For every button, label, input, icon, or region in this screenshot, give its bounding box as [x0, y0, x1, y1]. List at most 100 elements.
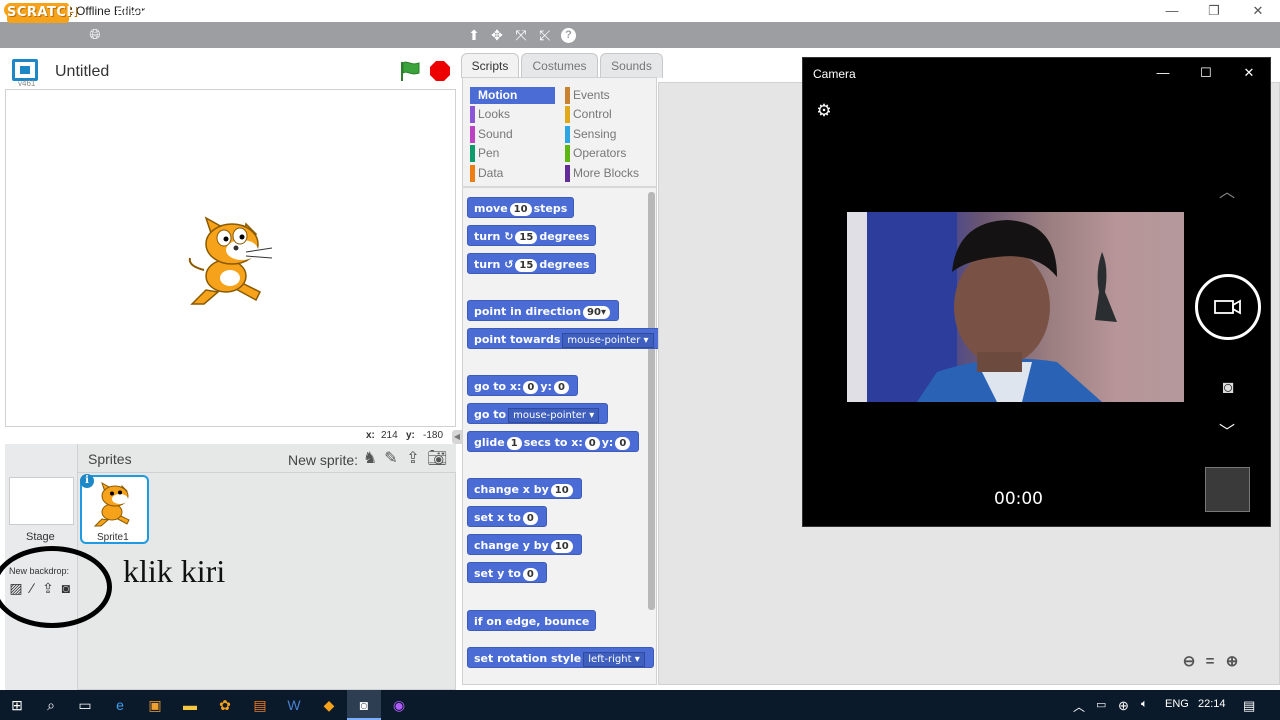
block-set-x[interactable]: set x to 0	[467, 506, 547, 527]
camera-title: Camera	[813, 67, 856, 81]
scratch-logo[interactable]: SCRATCH	[7, 3, 77, 23]
scratch-taskbar-icon[interactable]: ◆	[319, 696, 339, 714]
palette-scrollbar[interactable]	[648, 192, 655, 610]
volume-icon[interactable]: 🔈︎	[1141, 698, 1148, 711]
grow-icon[interactable]: ⤧	[512, 26, 530, 44]
last-capture-thumbnail[interactable]	[1205, 467, 1250, 512]
network-icon[interactable]: ⊕	[1118, 698, 1129, 714]
category-sound[interactable]: Sound	[470, 126, 555, 143]
category-pen[interactable]: Pen	[470, 145, 555, 162]
camera-close-button[interactable]: ✕	[1238, 64, 1260, 82]
category-motion[interactable]: Motion	[470, 87, 555, 104]
sprite1-label: Sprite1	[97, 532, 129, 543]
turn-right-icon: ↻	[504, 230, 514, 243]
tab-scripts[interactable]: Scripts	[461, 53, 519, 78]
stage-label: Stage	[26, 531, 55, 543]
sprite1-thumbnail	[93, 481, 130, 527]
menu-edit[interactable]: Edit ▾	[157, 5, 189, 21]
windows-start-icon[interactable]: ⊞	[7, 696, 27, 714]
video-camera-icon	[1214, 299, 1241, 315]
sublime-icon[interactable]: ▣	[145, 696, 165, 714]
block-turn-cw[interactable]: turn ↻ 15 degrees	[467, 225, 597, 246]
zoom-reset-icon[interactable]: =	[1200, 652, 1220, 672]
green-flag-icon[interactable]	[398, 60, 422, 82]
camera-maximize-button[interactable]: ☐	[1195, 64, 1217, 82]
block-change-x[interactable]: change x by 10	[467, 478, 582, 499]
block-edge-bounce[interactable]: if on edge, bounce	[467, 610, 597, 631]
clock[interactable]: 22:14	[1198, 698, 1226, 710]
block-change-y[interactable]: change y by 10	[467, 534, 582, 555]
word-icon[interactable]: W	[284, 696, 304, 714]
delete-icon[interactable]: ✥	[488, 26, 506, 44]
zoom-out-icon[interactable]: ⊖	[1179, 652, 1199, 672]
duplicate-icon[interactable]: ⬆	[465, 26, 483, 44]
codeigniter-icon[interactable]: ▤	[250, 696, 270, 714]
collapse-stage-icon[interactable]: ◀	[452, 430, 462, 444]
block-goto[interactable]: go to mouse-pointer ▾	[467, 403, 609, 424]
chevron-down-icon[interactable]: ﹀	[1216, 418, 1238, 441]
shrink-icon[interactable]: ⤪	[536, 26, 554, 44]
choose-sprite-icon[interactable]: ♞	[360, 449, 380, 469]
zoom-in-icon[interactable]: ⊕	[1222, 652, 1242, 672]
category-sensing[interactable]: Sensing	[565, 126, 650, 143]
scratch-app-icon[interactable]: ✿	[215, 696, 235, 714]
minimize-button[interactable]: —	[1160, 2, 1184, 20]
annotation-text: klik kiri	[123, 553, 226, 589]
edge-browser-icon[interactable]: e	[110, 696, 130, 714]
category-data[interactable]: Data	[470, 165, 555, 182]
block-goto-xy[interactable]: go to x: 0 y: 0	[467, 375, 578, 396]
block-glide[interactable]: glide 1 secs to x: 0 y: 0	[467, 431, 640, 452]
mouse-x-value: 214	[381, 430, 398, 441]
stage-thumbnail[interactable]	[9, 477, 74, 525]
mouse-x-label: x:	[366, 430, 375, 441]
paint-sprite-icon[interactable]: ✎	[381, 449, 401, 469]
mouse-y-label: y:	[406, 430, 415, 441]
camera-app-icon[interactable]: ◙	[354, 696, 374, 714]
maps-icon[interactable]: ◉	[389, 696, 409, 714]
tab-costumes[interactable]: Costumes	[521, 53, 598, 78]
camera-sprite-icon[interactable]: 📷︎	[427, 449, 447, 469]
menu-about[interactable]: About	[237, 5, 272, 21]
block-turn-ccw[interactable]: turn ↺ 15 degrees	[467, 253, 597, 274]
tray-chevron-icon[interactable]: ︿	[1073, 698, 1085, 715]
info-icon[interactable]: i	[80, 474, 94, 488]
tab-sounds[interactable]: Sounds	[600, 53, 663, 78]
category-operators[interactable]: Operators	[565, 145, 650, 162]
globe-icon[interactable]: 🌐︎	[86, 25, 104, 43]
battery-icon[interactable]: ▭	[1096, 698, 1106, 711]
search-icon[interactable]: ⌕	[41, 696, 61, 714]
help-icon[interactable]: ?	[561, 28, 576, 43]
restore-button[interactable]: ❐	[1202, 2, 1226, 20]
close-button[interactable]: ✕	[1246, 2, 1270, 20]
sprites-title: Sprites	[88, 451, 132, 467]
block-point-towards[interactable]: point towards mouse-pointer ▾	[467, 328, 663, 349]
file-explorer-icon[interactable]: ▬	[180, 696, 200, 714]
chevron-up-icon[interactable]: ︿	[1216, 178, 1238, 201]
block-set-y[interactable]: set y to 0	[467, 562, 547, 583]
project-title[interactable]: Untitled	[55, 63, 109, 81]
block-rotation-style[interactable]: set rotation style left-right ▾	[467, 647, 654, 668]
block-move-steps[interactable]: move 10 steps	[467, 197, 575, 218]
notifications-icon[interactable]: ▤	[1243, 698, 1255, 714]
settings-gear-icon[interactable]: ⚙	[814, 101, 834, 121]
presentation-mode-icon[interactable]	[12, 59, 38, 81]
task-view-icon[interactable]: ▭	[75, 696, 95, 714]
stop-icon[interactable]	[430, 61, 450, 81]
cat-sprite[interactable]	[184, 208, 276, 308]
menu-file[interactable]: File ▾	[116, 5, 146, 21]
language-indicator[interactable]: ENG	[1165, 698, 1189, 710]
upload-sprite-icon[interactable]: ⇪	[403, 449, 423, 469]
category-more-blocks[interactable]: More Blocks	[565, 165, 650, 182]
category-events[interactable]: Events	[565, 87, 650, 104]
turn-left-icon: ↺	[504, 258, 514, 271]
camera-minimize-button[interactable]: —	[1152, 64, 1174, 82]
menu-tips[interactable]: Tips	[200, 5, 224, 21]
category-control[interactable]: Control	[565, 106, 650, 123]
category-looks[interactable]: Looks	[470, 106, 555, 123]
photo-camera-icon[interactable]: ◙	[1215, 377, 1241, 399]
new-sprite-label: New sprite:	[288, 452, 359, 468]
title-bar: Scratch 2 Offline Editor	[0, 0, 1280, 22]
recording-timer: 00:00	[994, 489, 1043, 509]
block-point-direction[interactable]: point in direction 90▾	[467, 300, 619, 321]
palette-divider	[462, 186, 657, 188]
